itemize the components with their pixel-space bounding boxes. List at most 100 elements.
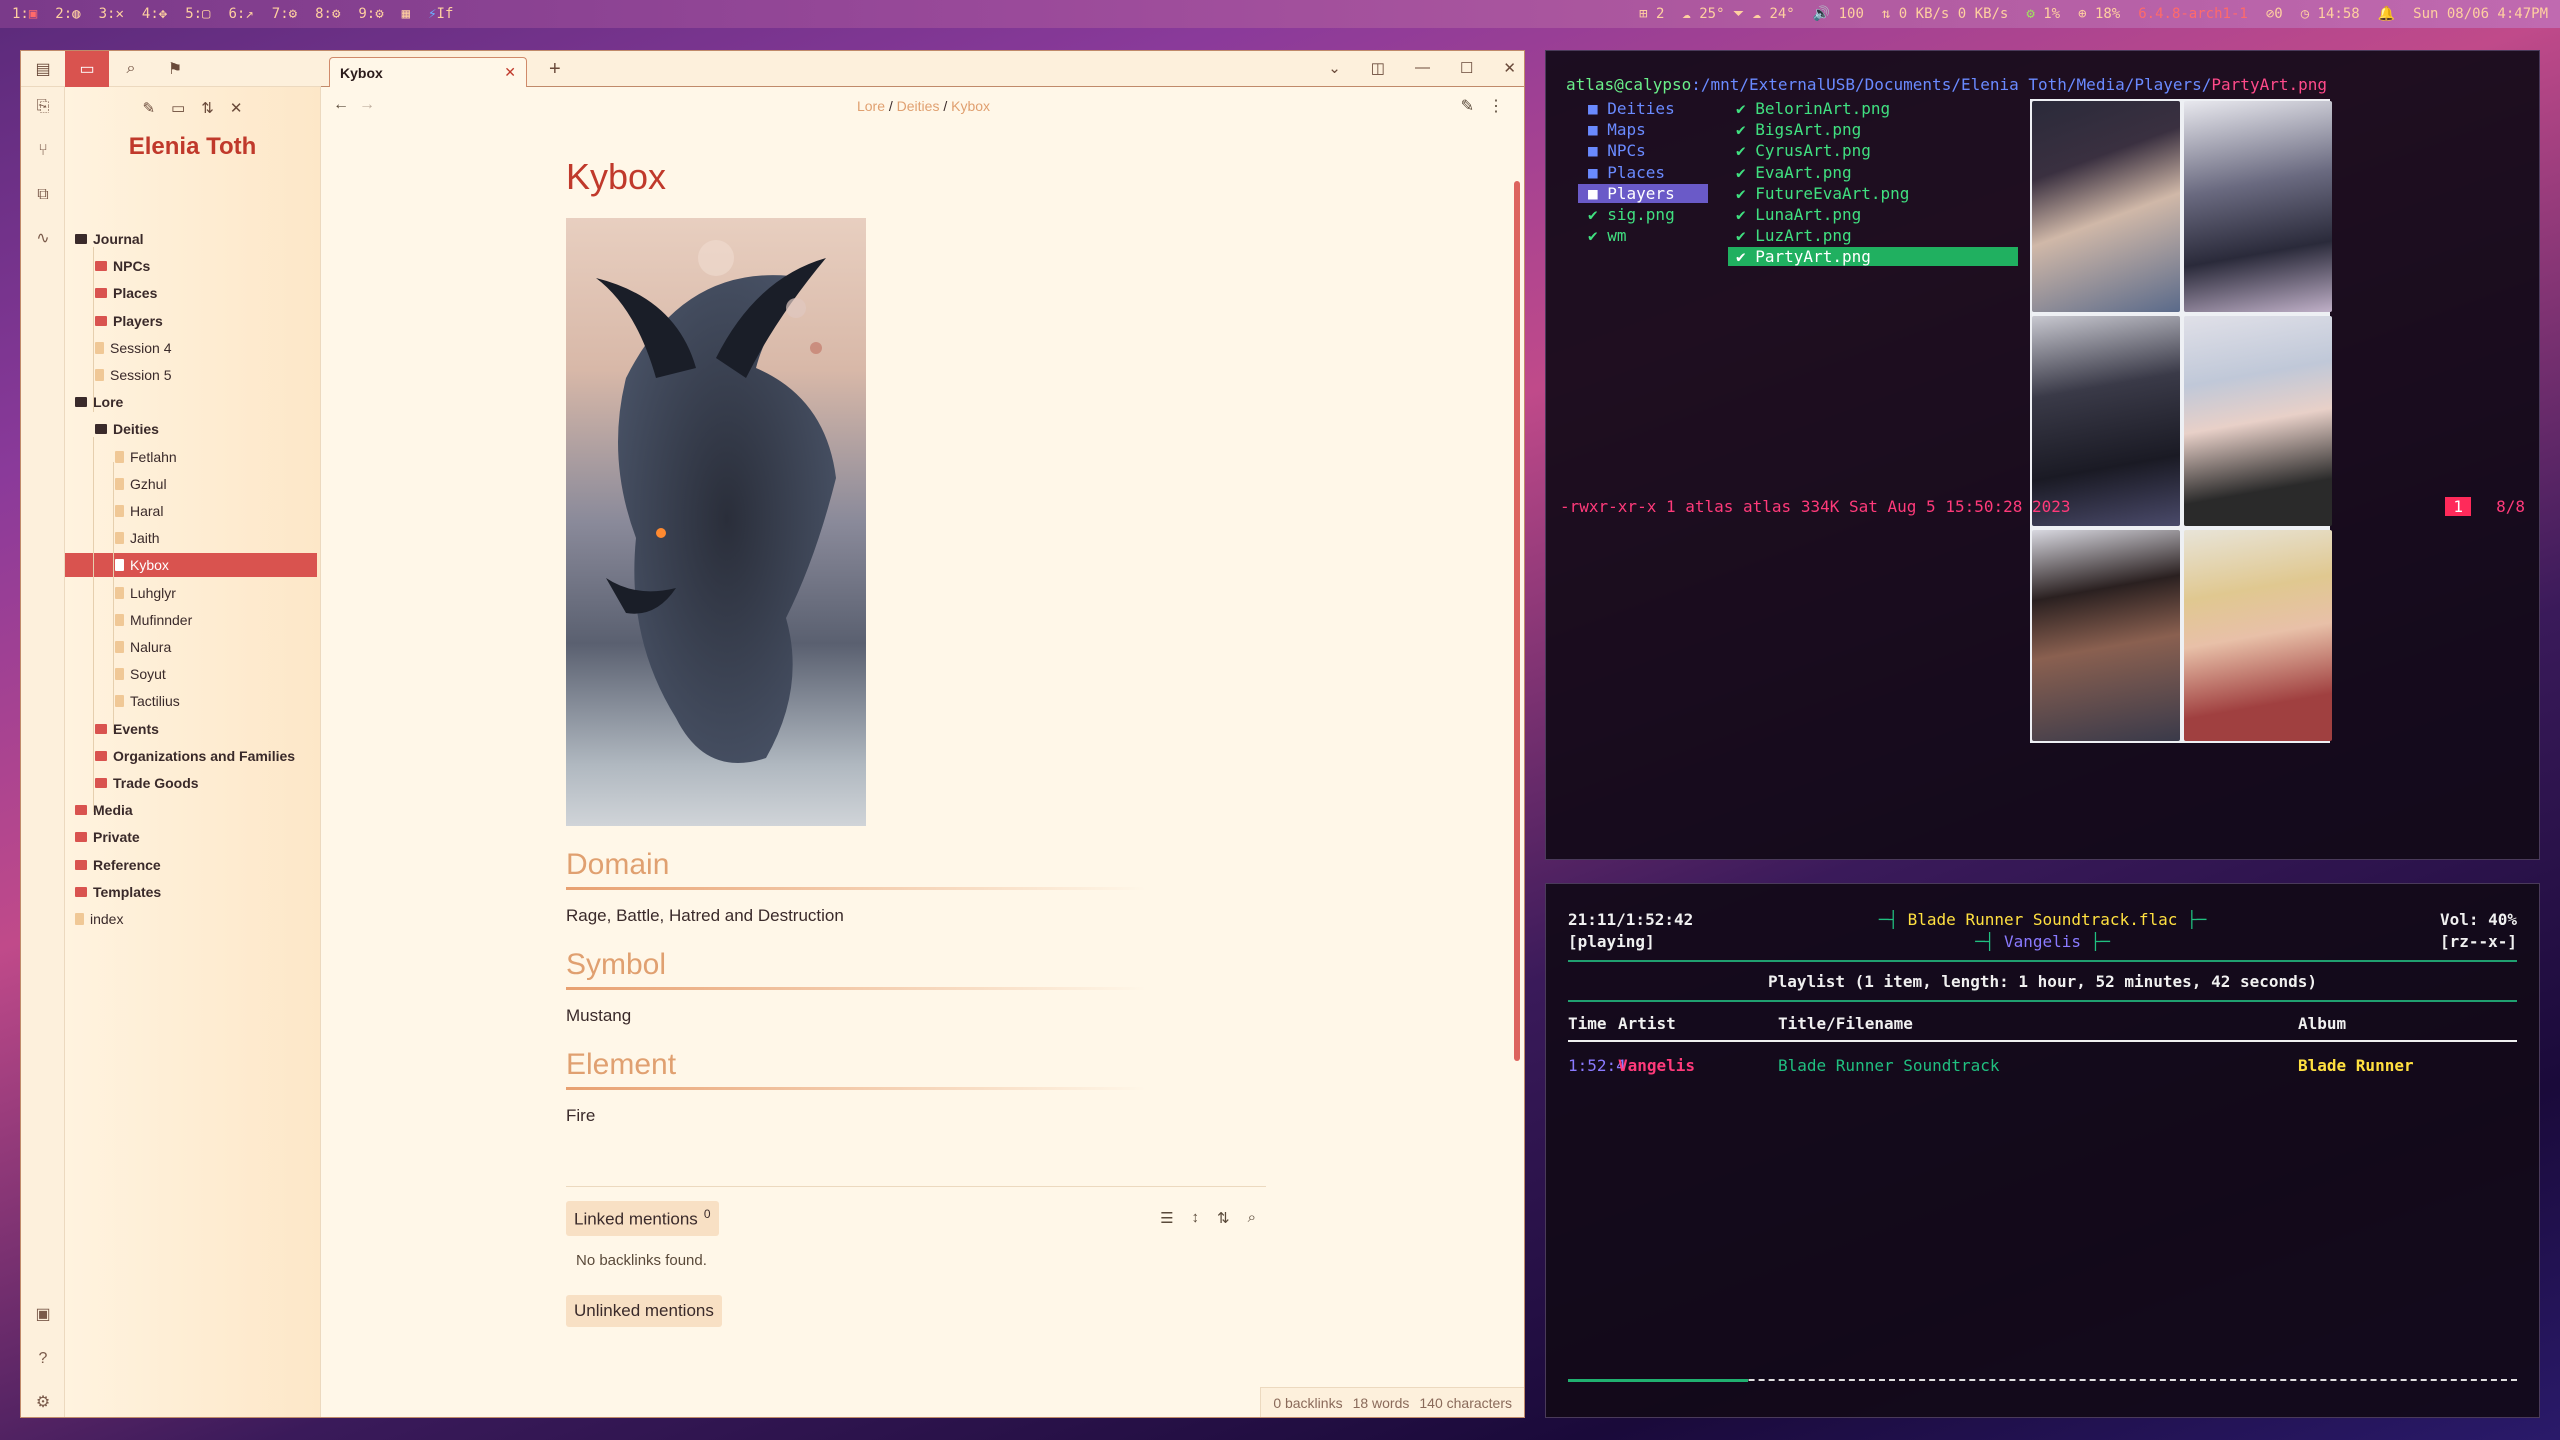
settings-icon[interactable]: ⚙ [33,1393,53,1413]
tree-item-places[interactable]: Places [95,281,157,305]
ranger-file-bigsart-png[interactable]: ✔ BigsArt.png [1728,120,2018,139]
backlinks-count[interactable]: 0 backlinks [1273,1395,1342,1411]
file-explorer-icon[interactable]: ▭ [65,51,109,87]
tree-item-lore[interactable]: Lore [75,390,123,414]
ranger-entry-maps[interactable]: ■ Maps [1578,120,1708,139]
ranger-file-futureevaart-png[interactable]: ✔ FutureEvaArt.png [1728,184,2018,203]
vault-icon[interactable]: ▣ [33,1305,53,1325]
sidebar-toggle-icon[interactable]: ▤ [21,51,65,87]
tree-item-luhglyr[interactable]: Luhglyr [115,581,176,605]
sort-icon[interactable]: ⇅ [201,99,214,117]
close-tab-icon[interactable]: ✕ [504,64,516,81]
tree-item-haral[interactable]: Haral [115,499,163,523]
tree-item-fetlahn[interactable]: Fetlahn [115,445,177,469]
col-album[interactable]: Album [2298,1014,2346,1033]
copy-icon[interactable]: ⧉ [33,185,53,205]
sort-icon[interactable]: ⇅ [1217,1209,1230,1227]
breadcrumb-deities[interactable]: Deities [897,98,940,114]
ranger-entry-wm[interactable]: ✔ wm [1578,226,1708,245]
collapse-icon[interactable]: ✕ [230,99,243,117]
minimize-icon[interactable]: — [1415,59,1430,77]
progress-bar[interactable] [1568,1379,2517,1382]
tree-item-jaith[interactable]: Jaith [115,526,160,550]
workspace-5[interactable]: 5:▢ [185,6,210,22]
activity-icon[interactable]: ∿ [33,229,53,249]
ranger-file-evaart-png[interactable]: ✔ EvaArt.png [1728,163,2018,182]
tree-item-npcs[interactable]: NPCs [95,254,150,278]
bookmark-icon[interactable]: ⚑ [153,51,197,87]
graph-icon[interactable]: ⑂ [33,141,53,161]
notification-module[interactable]: ⊘0 [2266,6,2283,22]
ranger-file-partyart-png[interactable]: ✔ PartyArt.png [1728,247,2018,267]
search-icon[interactable]: ⌕ [1248,1209,1256,1227]
workspace-extra[interactable]: ⚡If [428,6,453,22]
ranger-entry-places[interactable]: ■ Places [1578,163,1708,182]
col-title[interactable]: Title/Filename [1778,1014,1913,1033]
tree-item-media[interactable]: Media [75,798,133,822]
ranger-prompt: atlas@calypso:/mnt/ExternalUSB/Documents… [1566,75,2327,94]
ranger-entry-sig-png[interactable]: ✔ sig.png [1578,205,1708,224]
linked-mentions-toggle[interactable]: Linked mentions 0 [566,1201,719,1236]
tree-item-tactilius[interactable]: Tactilius [115,689,180,713]
tree-item-mufinnder[interactable]: Mufinnder [115,608,192,632]
col-artist[interactable]: Artist [1618,1014,1676,1033]
workspace-4[interactable]: 4:✥ [142,6,167,22]
more-options-icon[interactable]: ⋮ [1488,96,1504,116]
scrollbar[interactable] [1514,181,1520,1061]
tree-item-journal[interactable]: Journal [75,227,144,251]
tree-item-gzhul[interactable]: Gzhul [115,472,167,496]
tree-item-soyut[interactable]: Soyut [115,662,166,686]
bell-icon[interactable]: 🔔 [2378,6,2395,22]
workspace-2[interactable]: 2:◍ [55,6,80,22]
tree-item-players[interactable]: Players [95,309,163,333]
grid-icon[interactable]: ▦ [402,6,410,22]
tree-item-session-5[interactable]: Session 5 [95,363,171,387]
workspace-7[interactable]: 7:⚙ [272,6,297,22]
tab-indicator[interactable]: 1 [2445,497,2471,516]
tree-item-reference[interactable]: Reference [75,853,161,877]
ranger-entry-npcs[interactable]: ■ NPCs [1578,141,1708,160]
volume-module[interactable]: 🔊 100 [1813,6,1864,22]
list-icon[interactable]: ☰ [1160,1209,1173,1227]
expand-icon[interactable]: ↕ [1192,1209,1200,1227]
daily-note-icon[interactable]: ⎘ [33,97,53,117]
tree-item-index[interactable]: index [75,907,123,931]
tab-kybox[interactable]: Kybox ✕ [329,57,527,87]
tree-item-templates[interactable]: Templates [75,880,161,904]
close-icon[interactable]: ✕ [1503,59,1516,77]
workspace-6[interactable]: 6:↗ [228,6,253,22]
tree-item-kybox[interactable]: Kybox [65,553,317,578]
ranger-file-cyrusart-png[interactable]: ✔ CyrusArt.png [1728,141,2018,160]
tree-item-session-4[interactable]: Session 4 [95,336,171,360]
split-view-icon[interactable]: ◫ [1371,59,1385,77]
workspace-3[interactable]: 3:✕ [99,6,124,22]
workspace-8[interactable]: 8:⚙ [315,6,340,22]
chevron-down-icon[interactable]: ⌄ [1328,59,1341,77]
workspace-9[interactable]: 9:⚙ [358,6,383,22]
ranger-terminal[interactable]: atlas@calypso:/mnt/ExternalUSB/Documents… [1545,50,2540,860]
ranger-file-belorinart-png[interactable]: ✔ BelorinArt.png [1728,99,2018,118]
updates-module[interactable]: ⊞ 2 [1639,6,1664,22]
edit-icon[interactable]: ✎ [1461,96,1474,116]
unlinked-mentions-toggle[interactable]: Unlinked mentions [566,1294,722,1327]
ranger-entry-deities[interactable]: ■ Deities [1578,99,1708,118]
ncmpcpp-terminal[interactable]: 21:11/1:52:42 [playing] ─┤ Blade Runner … [1545,883,2540,1418]
ranger-entry-players[interactable]: ■ Players [1578,183,1708,203]
new-folder-icon[interactable]: ▭ [171,99,185,117]
new-note-icon[interactable]: ✎ [143,99,156,117]
breadcrumb-lore[interactable]: Lore [857,98,885,114]
tree-item-trade-goods[interactable]: Trade Goods [95,771,199,795]
maximize-icon[interactable]: ☐ [1460,59,1473,77]
col-time[interactable]: Time [1568,1014,1607,1033]
workspace-1[interactable]: 1:▣ [12,6,37,22]
tree-item-private[interactable]: Private [75,825,140,849]
ranger-file-luzart-png[interactable]: ✔ LuzArt.png [1728,226,2018,245]
tree-item-nalura[interactable]: Nalura [115,635,171,659]
new-tab-icon[interactable]: + [549,58,561,81]
tree-item-organizations-and-families[interactable]: Organizations and Families [95,744,295,768]
help-icon[interactable]: ? [33,1349,53,1369]
ranger-file-lunaart-png[interactable]: ✔ LunaArt.png [1728,205,2018,224]
tree-item-deities[interactable]: Deities [95,417,159,441]
search-icon[interactable]: ⌕ [109,51,153,87]
tree-item-events[interactable]: Events [95,717,159,741]
